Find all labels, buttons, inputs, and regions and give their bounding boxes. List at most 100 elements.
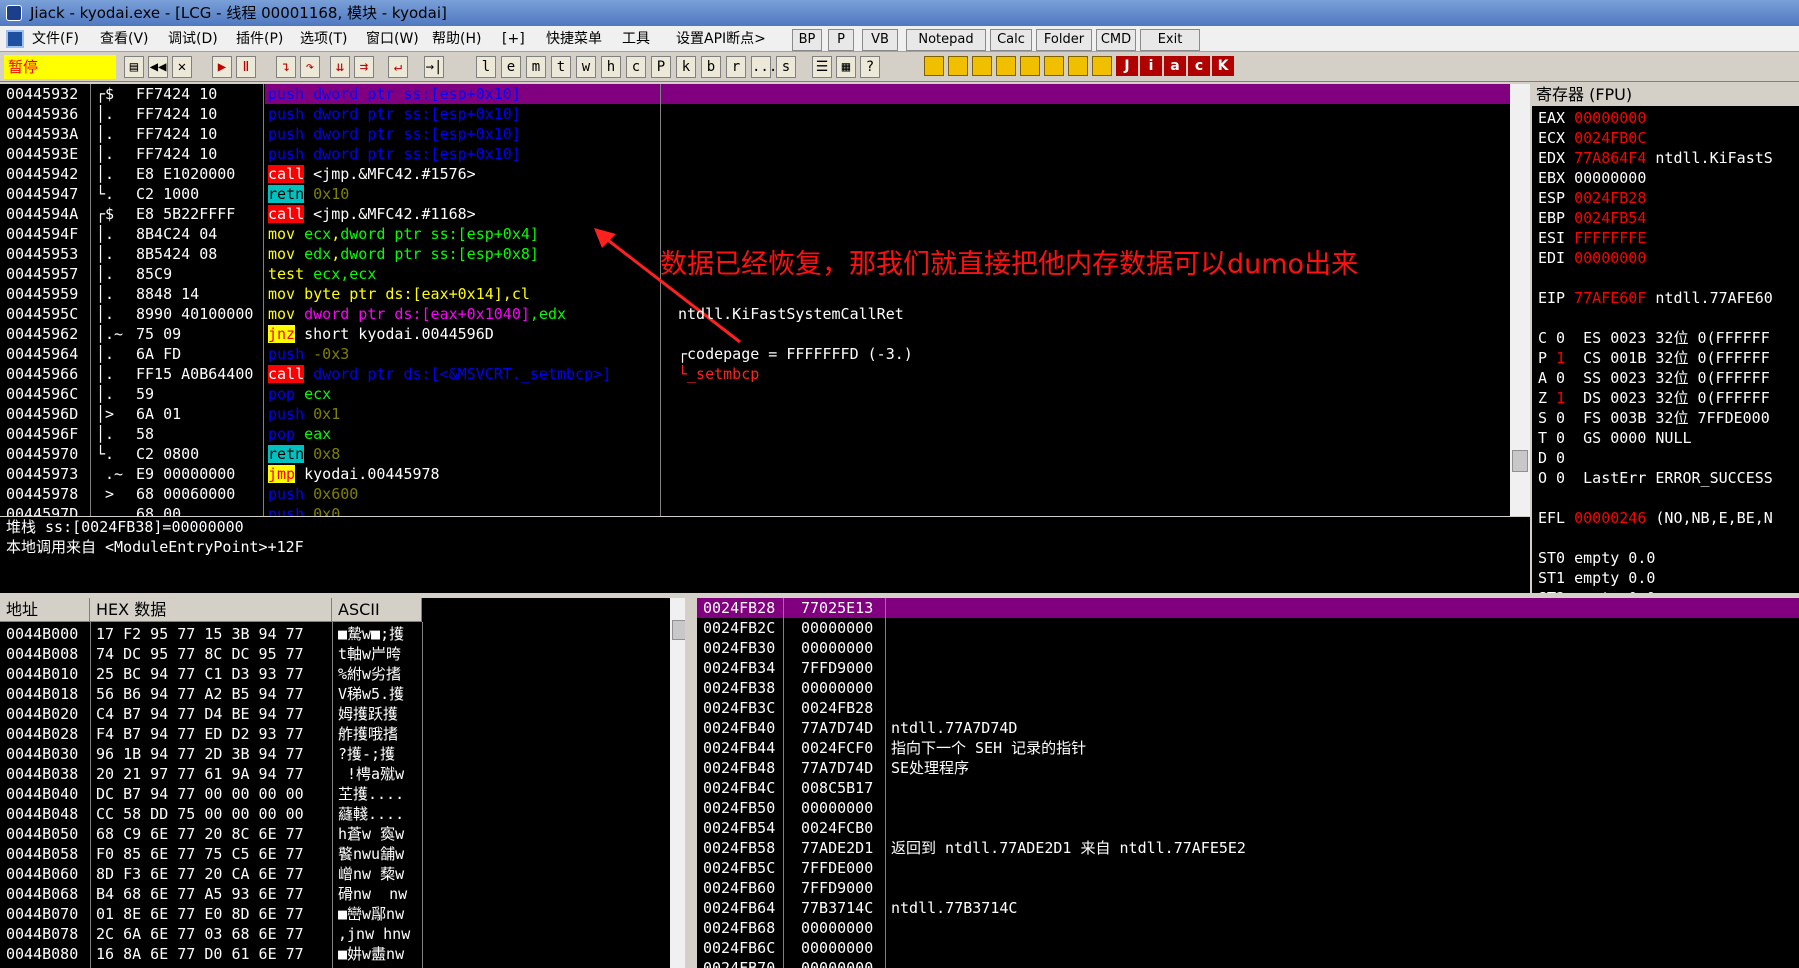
menu-item[interactable]: 选项(T): [300, 26, 347, 52]
plugin-icon[interactable]: [1020, 56, 1040, 76]
register-line[interactable]: A 0 SS 0023 32位 0(FFFFFF: [1538, 368, 1770, 388]
run-icon[interactable]: ▶: [212, 56, 232, 78]
help-icon[interactable]: ?: [860, 56, 880, 78]
dump-row[interactable]: 0044B010 25 BC 94 77 C1 D3 93 77 %紨w劣搘: [0, 664, 670, 684]
scroll-thumb[interactable]: [1512, 450, 1528, 472]
disasm-row[interactable]: 00445957 │. 85C9 test ecx,ecx: [0, 264, 1510, 284]
register-line[interactable]: EBX 00000000: [1538, 168, 1646, 188]
tool-button-notepad[interactable]: Notepad: [906, 29, 986, 51]
register-line[interactable]: D 0: [1538, 448, 1565, 468]
disasm-row[interactable]: 0044594A ┌$ E8 5B22FFFF call <jmp.&MFC42.#1…: [0, 204, 1510, 224]
register-line[interactable]: ESI FFFFFFFE: [1538, 228, 1646, 248]
plugin-icon[interactable]: [996, 56, 1016, 76]
disasm-row[interactable]: 00445947 └. C2 1000 retn 0x10: [0, 184, 1510, 204]
register-line[interactable]: EFL 00000246 (NO,NB,E,BE,N: [1538, 508, 1773, 528]
window-button-t[interactable]: t: [551, 56, 571, 78]
tool-button-calc[interactable]: Calc: [990, 29, 1032, 51]
execute-till-return-icon[interactable]: ↵: [388, 56, 408, 78]
plugin-icon[interactable]: [972, 56, 992, 76]
disasm-row[interactable]: 00445970 └. C2 0800 retn 0x8: [0, 444, 1510, 464]
window-button-h[interactable]: h: [601, 56, 621, 78]
stack-row[interactable]: 0024FB28 77025E13: [697, 598, 1799, 618]
close-icon[interactable]: ✕: [172, 56, 192, 78]
grid-icon[interactable]: ▦: [836, 56, 856, 78]
window-button-r[interactable]: r: [726, 56, 746, 78]
register-line[interactable]: EDX 77A864F4 ntdll.KiFastS: [1538, 148, 1773, 168]
window-button-e[interactable]: e: [501, 56, 521, 78]
dump-header-address[interactable]: 地址: [0, 598, 90, 622]
animate-over-icon[interactable]: ⇉: [354, 56, 374, 78]
plugin-icon[interactable]: [948, 56, 968, 76]
disasm-row[interactable]: 00445978 >68 00060000 push 0x600: [0, 484, 1510, 504]
window-button-m[interactable]: m: [526, 56, 546, 78]
dump-row[interactable]: 0044B038 20 21 97 77 61 9A 94 77 !梬a殧w: [0, 764, 670, 784]
tool-button-bp[interactable]: BP: [792, 29, 822, 51]
stack-row[interactable]: 0024FB2C 00000000: [697, 618, 1799, 638]
pause-icon[interactable]: Ⅱ: [236, 56, 256, 78]
disasm-row[interactable]: 0044596F │. 58 pop eax: [0, 424, 1510, 444]
dump-scrollbar[interactable]: [670, 598, 685, 968]
register-line[interactable]: T 0 GS 0000 NULL: [1538, 428, 1692, 448]
menu-item[interactable]: 调试(D): [168, 26, 218, 52]
stack-row[interactable]: 0024FB68 00000000: [697, 918, 1799, 938]
animate-into-icon[interactable]: ⇊: [330, 56, 350, 78]
disasm-row[interactable]: 00445953 │. 8B5424 08 mov edx,dword ptr ss:…: [0, 244, 1510, 264]
disasm-row[interactable]: 0044594F │. 8B4C24 04 mov ecx,dword ptr ss:…: [0, 224, 1510, 244]
menu-item[interactable]: 文件(F): [32, 26, 79, 52]
rewind-icon[interactable]: ◀◀: [148, 56, 168, 78]
disasm-row[interactable]: 0044596C │. 59 pop ecx: [0, 384, 1510, 404]
menu-item[interactable]: 帮助(H): [432, 26, 481, 52]
stack-row[interactable]: 0024FB34 7FFD9000: [697, 658, 1799, 678]
window-button-more[interactable]: ...: [751, 56, 777, 78]
register-line[interactable]: ST1 empty 0.0: [1538, 568, 1655, 588]
tool-button-cmd[interactable]: CMD: [1096, 29, 1136, 51]
stack-row[interactable]: 0024FB60 7FFD9000: [697, 878, 1799, 898]
menu-item[interactable]: 插件(P): [236, 26, 283, 52]
plugin-icon[interactable]: [924, 56, 944, 76]
menu-item[interactable]: 查看(V): [100, 26, 149, 52]
dump-row[interactable]: 0044B060 8D F3 6E 77 20 CA 6E 77 嶒nw 蔾w: [0, 864, 670, 884]
window-button-l[interactable]: l: [476, 56, 496, 78]
register-line[interactable]: P 1 CS 001B 32位 0(FFFFFF: [1538, 348, 1770, 368]
register-line[interactable]: S 0 FS 003B 32位 7FFDE000: [1538, 408, 1770, 428]
plugin-icon[interactable]: [1068, 56, 1088, 76]
registers-pane[interactable]: 寄存器 (FPU) EAX 00000000 ECX 0024FB0C EDX 77…: [1532, 84, 1799, 593]
go-to-icon[interactable]: →|: [424, 56, 444, 78]
register-line[interactable]: ST0 empty 0.0: [1538, 548, 1655, 568]
register-line[interactable]: EIP 77AFE60F ntdll.77AFE60: [1538, 288, 1773, 308]
disasm-row[interactable]: 00445942 │. E8 E1020000 call <jmp.&MFC42.#1…: [0, 164, 1510, 184]
stack-row[interactable]: 0024FB38 00000000: [697, 678, 1799, 698]
dump-header-ascii[interactable]: ASCII: [332, 598, 422, 622]
dump-row[interactable]: 0044B080 16 8A 6E 77 D0 61 6E 77 ■妌w衋nw: [0, 944, 670, 964]
menu-item[interactable]: [+]: [502, 26, 525, 52]
menu-item[interactable]: 设置API断点>: [676, 26, 766, 52]
register-line[interactable]: ESP 0024FB28: [1538, 188, 1646, 208]
disasm-row[interactable]: 00445932 ┌$ FF7424 10 push dword ptr ss:[es…: [0, 84, 1510, 104]
tool-button-folder[interactable]: Folder: [1036, 29, 1092, 51]
tool-button-exit[interactable]: Exit: [1140, 29, 1200, 51]
stack-row[interactable]: 0024FB70 00000000: [697, 958, 1799, 968]
dump-row[interactable]: 0044B070 01 8E 6E 77 E0 8D 6E 77 ■巒w鄬nw: [0, 904, 670, 924]
stack-row[interactable]: 0024FB3C 0024FB28: [697, 698, 1799, 718]
register-line[interactable]: EDI 00000000: [1538, 248, 1646, 268]
memory-dump-pane[interactable]: 地址 HEX 数据 ASCII 0044B000 17 F2 95 77 15 3…: [0, 598, 685, 968]
stack-pane[interactable]: 0024FB28 77025E13 0024FB2C 00000000 0024FB30…: [697, 598, 1799, 968]
scroll-thumb[interactable]: [672, 620, 685, 640]
splitter[interactable]: [690, 598, 697, 968]
stack-row[interactable]: 0024FB6C 00000000: [697, 938, 1799, 958]
window-button-p[interactable]: P: [651, 56, 671, 78]
stack-row[interactable]: 0024FB50 00000000: [697, 798, 1799, 818]
register-line[interactable]: EBP 0024FB54: [1538, 208, 1646, 228]
disasm-row[interactable]: 00445936 │. FF7424 10 push dword ptr ss:[es…: [0, 104, 1510, 124]
dump-row[interactable]: 0044B020 C4 B7 94 77 D4 BE 94 77 姆擭跃擭: [0, 704, 670, 724]
disasm-row[interactable]: 00445962 │.~ 75 09 jnz short kyodai.0044596…: [0, 324, 1510, 344]
disassembly-pane[interactable]: 数据已经恢复，那我们就直接把他内存数据可以dumo出来 00445932 ┌$ FF…: [0, 84, 1530, 516]
dump-row[interactable]: 0044B058 F0 85 6E 77 75 C5 6E 77 饏nwu舗w: [0, 844, 670, 864]
stack-row[interactable]: 0024FB30 00000000: [697, 638, 1799, 658]
tool-button-p[interactable]: P: [828, 29, 854, 51]
dump-row[interactable]: 0044B050 68 C9 6E 77 20 8C 6E 77 h蒼w 寏w: [0, 824, 670, 844]
list-icon[interactable]: ☰: [812, 56, 832, 78]
dump-row[interactable]: 0044B030 96 1B 94 77 2D 3B 94 77 ?擭-;擭: [0, 744, 670, 764]
menu-item[interactable]: 快捷菜单: [546, 26, 602, 52]
stack-row[interactable]: 0024FB40 77A7D74D ntdll.77A7D74D: [697, 718, 1799, 738]
